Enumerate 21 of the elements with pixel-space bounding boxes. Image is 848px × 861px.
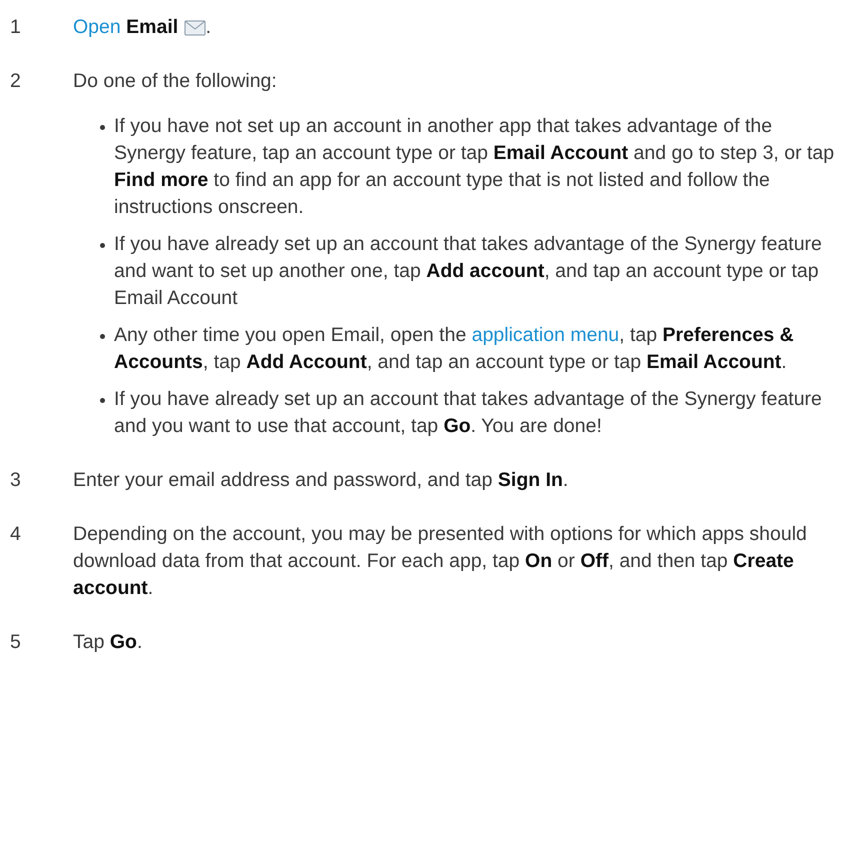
step-number: 1	[10, 15, 22, 40]
step-number: 4	[10, 522, 22, 547]
text-link[interactable]: Open	[73, 16, 121, 38]
step-text: If you have not set up an account in another app that takes advantage of the Synergy feature, tap an account type or tap Email Account and go to step 3, or tap Find more to find an app for an account type that is not listed and follow the instructions onscreen.	[114, 114, 836, 220]
step-text: If you have already set up an account that takes advantage of the Synergy feature and want to set up another one, tap Add account, and tap an account type or tap Email Account	[114, 232, 823, 311]
bullet-icon	[100, 125, 105, 130]
step-text: Any other time you open Email, open the application menu, tap Preferences & Accounts, tap Add Account, and tap an account type or tap Email Account.	[114, 323, 795, 375]
bullet-icon	[100, 243, 105, 248]
step-text: Depending on the account, you may be presented with options for which apps should download data from that account. For each app, tap On or Off, and then tap Create account.	[73, 522, 808, 601]
step-text: Enter your email address and password, and tap Sign In.	[73, 468, 570, 493]
envelope-icon	[184, 19, 206, 36]
step-text: If you have already set up an account that takes advantage of the Synergy feature and you want to use that account, tap Go. You are done!	[114, 387, 823, 439]
step-text: Do one of the following:	[73, 69, 278, 94]
step-number: 5	[10, 630, 22, 655]
step-number: 2	[10, 69, 22, 94]
step-text: Tap Go.	[73, 630, 144, 655]
text-link[interactable]: application menu	[472, 324, 620, 346]
step-text: Open Email .	[73, 15, 212, 40]
bullet-icon	[100, 398, 105, 403]
step-number: 3	[10, 468, 22, 493]
bullet-icon	[100, 334, 105, 339]
